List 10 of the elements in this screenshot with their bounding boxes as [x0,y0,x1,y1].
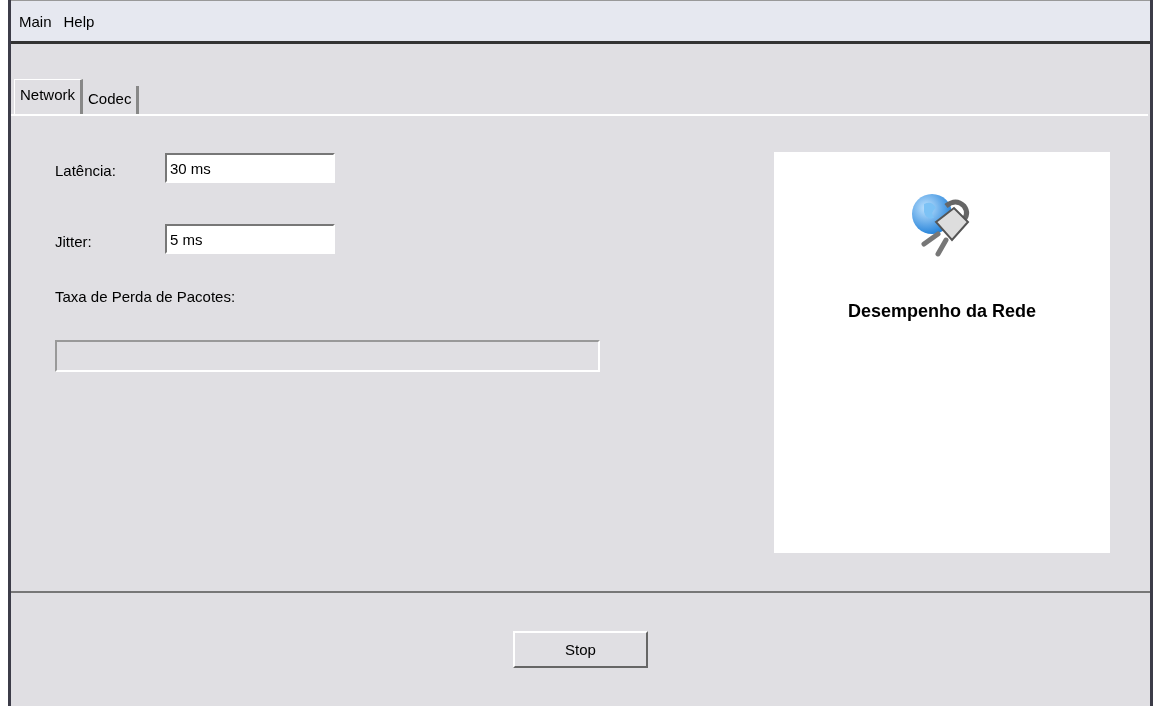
tab[interactable]: Network [14,79,83,114]
panel-title: Desempenho da Rede [847,301,1037,322]
input-field[interactable]: 5 ms [165,224,335,254]
field-label: Jitter: [55,232,93,250]
stop-button[interactable]: Stop [513,631,648,668]
menu-item[interactable]: Main [13,12,58,30]
menu-item[interactable]: Help [57,12,101,30]
input-field[interactable]: 30 ms [165,153,335,183]
field-label: Latência: [55,161,117,179]
field-label: Taxa de Perda de Pacotes: [55,288,237,305]
